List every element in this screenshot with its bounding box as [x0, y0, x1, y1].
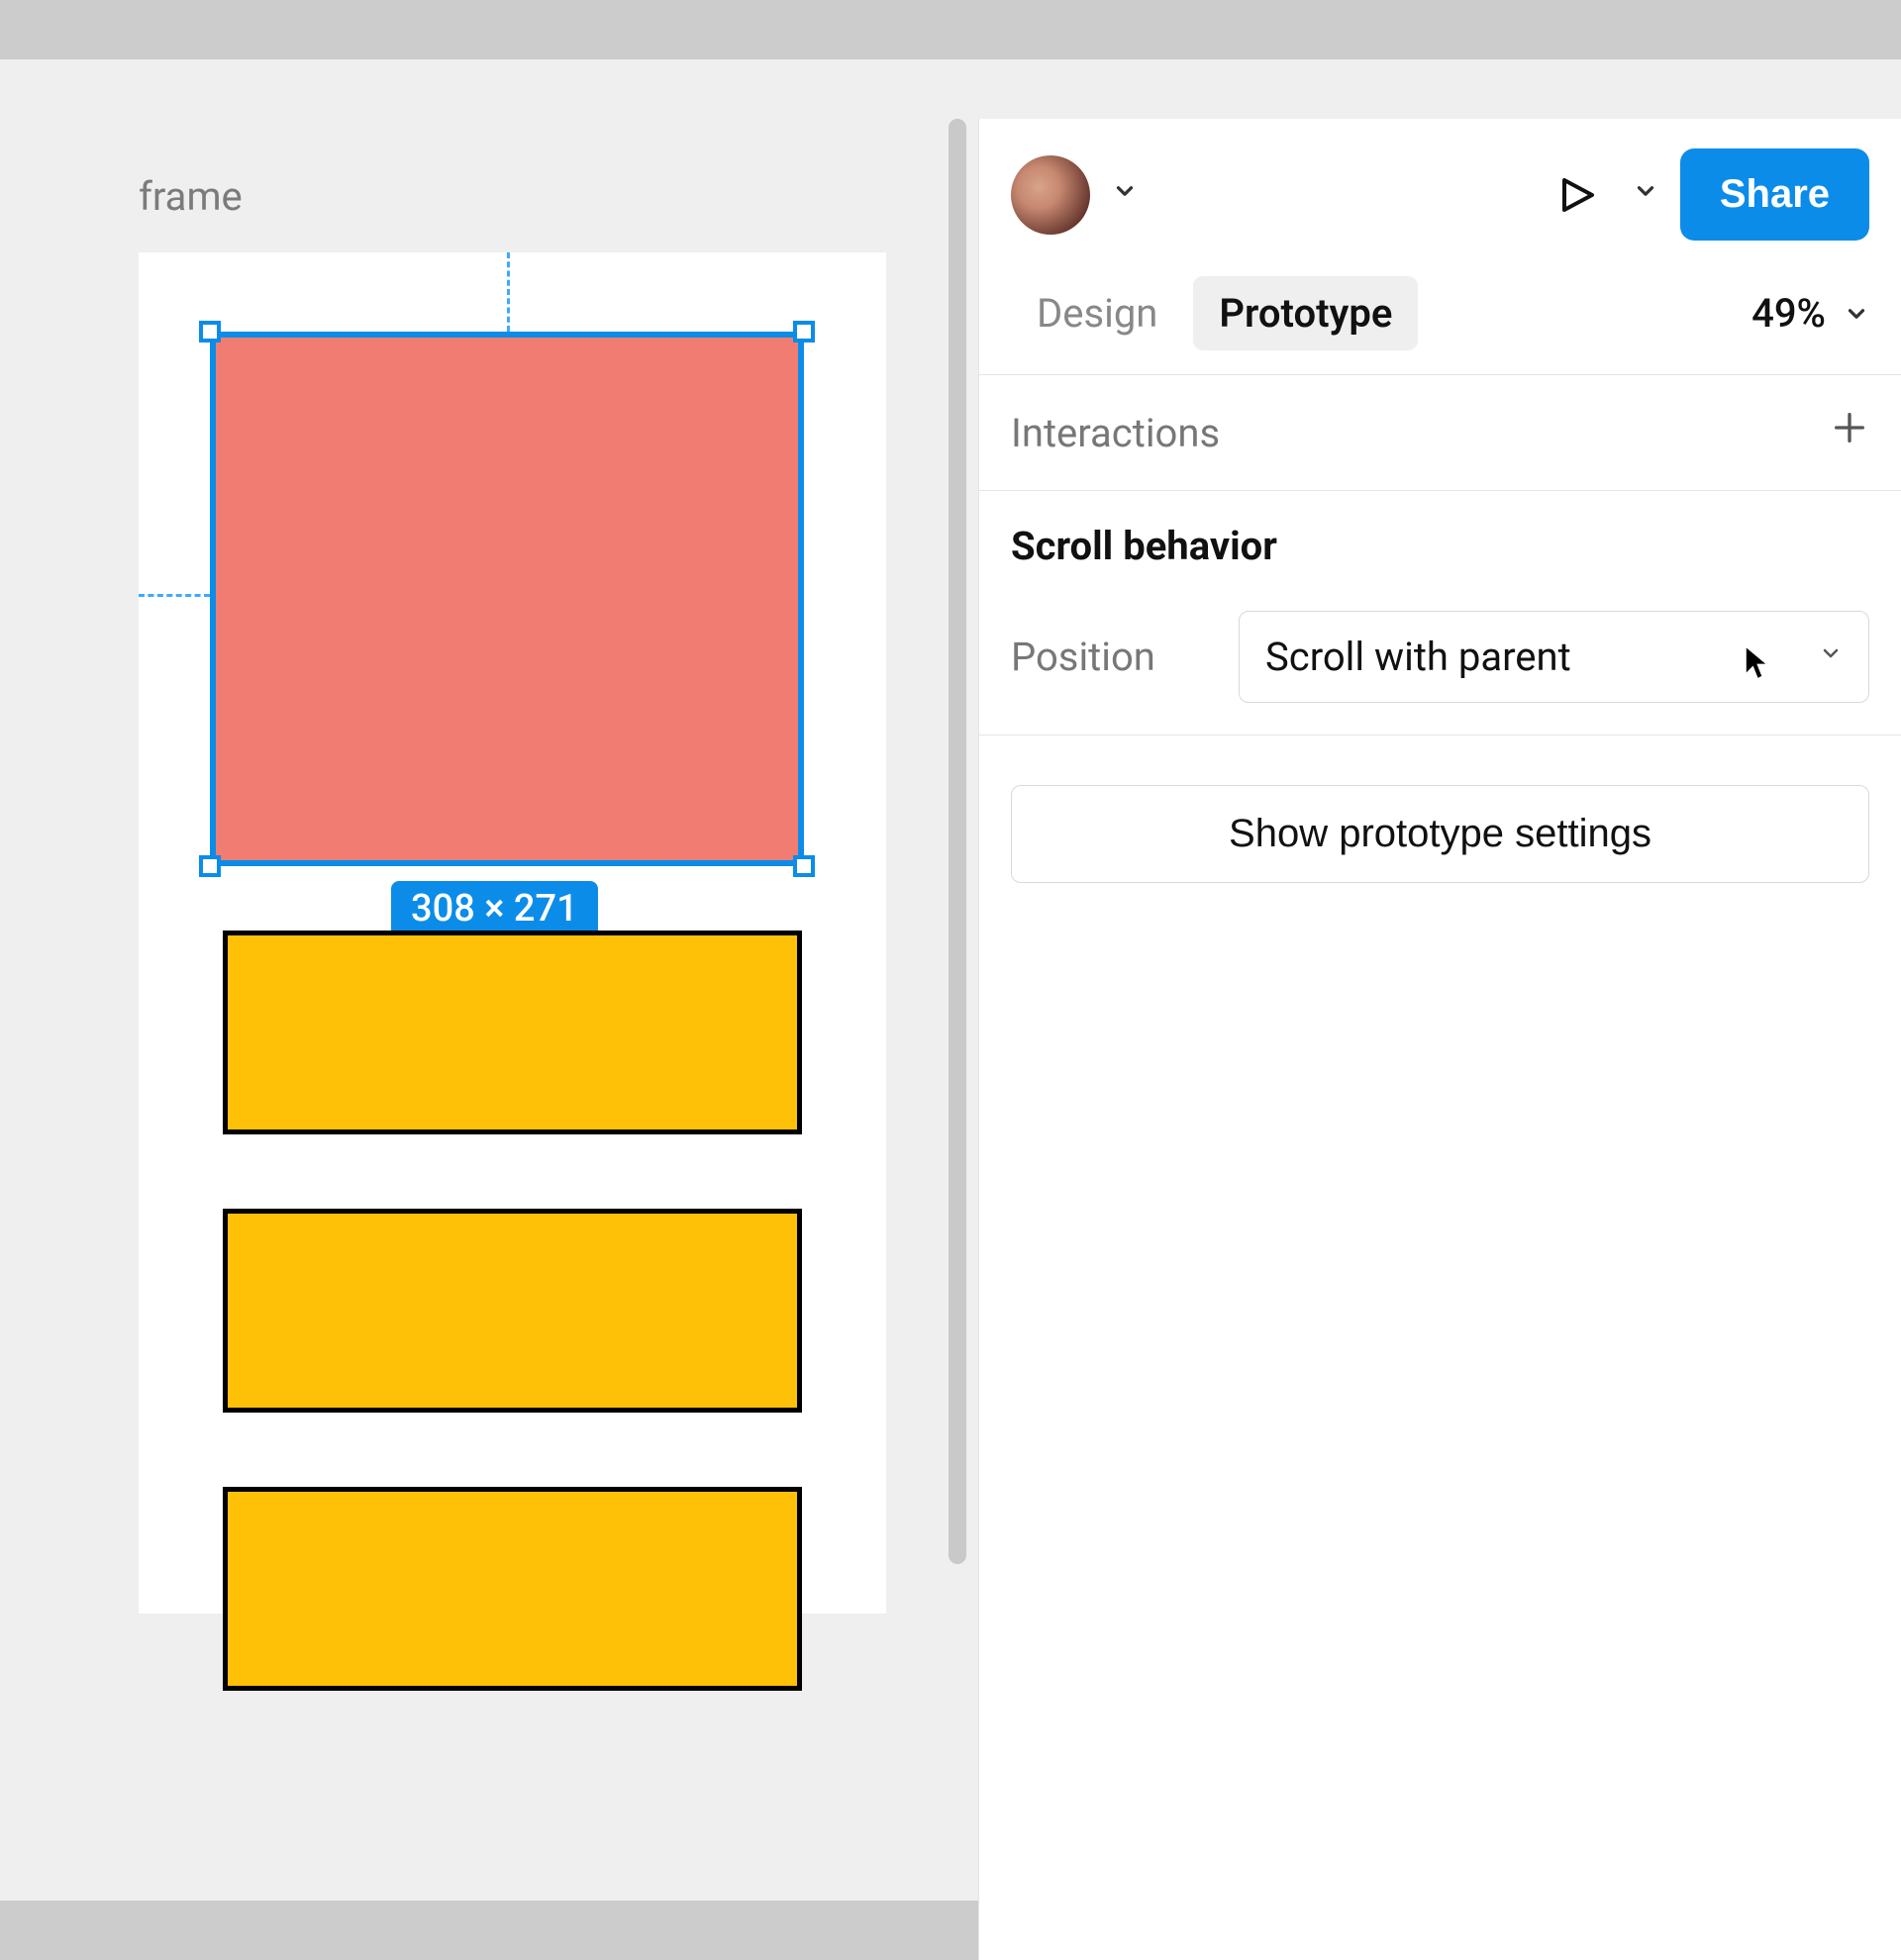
present-options-chevron-icon[interactable] — [1625, 178, 1666, 211]
tab-prototype[interactable]: Prototype — [1193, 276, 1418, 350]
chevron-down-icon — [1819, 641, 1843, 672]
present-button[interactable] — [1542, 160, 1611, 230]
canvas-rectangle[interactable] — [223, 1487, 802, 1691]
cursor-icon — [1744, 645, 1769, 681]
avatar[interactable] — [1011, 155, 1090, 235]
scrollbar[interactable] — [949, 119, 966, 1564]
right-panel: Share Design Prototype 49% Interactions — [978, 119, 1901, 1960]
app-window: frame 308 × 271 — [0, 59, 1901, 1901]
resize-handle-bottom-left[interactable] — [199, 855, 221, 877]
show-prototype-settings-button[interactable]: Show prototype settings — [1011, 785, 1869, 883]
alignment-guide-vertical — [507, 252, 510, 332]
frame-label[interactable]: frame — [139, 173, 243, 220]
scroll-behavior-section: Scroll behavior Position Scroll with par… — [979, 491, 1901, 735]
zoom-control[interactable]: 49% — [1751, 290, 1869, 337]
share-button[interactable]: Share — [1680, 148, 1869, 241]
position-dropdown[interactable]: Scroll with parent — [1239, 611, 1869, 703]
prototype-settings-section: Show prototype settings — [979, 735, 1901, 915]
position-value: Scroll with parent — [1265, 634, 1571, 680]
chevron-down-icon — [1844, 290, 1869, 337]
tab-design[interactable]: Design — [1011, 276, 1183, 350]
resize-handle-top-left[interactable] — [199, 321, 221, 343]
interactions-title: Interactions — [1011, 410, 1220, 456]
play-icon — [1552, 171, 1600, 219]
canvas-pane[interactable]: frame 308 × 271 — [0, 59, 970, 1901]
position-label: Position — [1011, 634, 1199, 680]
panel-toolbar: Share — [979, 119, 1901, 264]
resize-handle-bottom-right[interactable] — [793, 855, 815, 877]
selected-rectangle[interactable] — [210, 332, 804, 866]
resize-handle-top-right[interactable] — [793, 321, 815, 343]
plus-icon — [1830, 408, 1869, 447]
zoom-value: 49% — [1751, 290, 1826, 337]
panel-tabs: Design Prototype 49% — [979, 264, 1901, 375]
scroll-behavior-title: Scroll behavior — [1011, 523, 1869, 569]
avatar-menu-chevron-icon[interactable] — [1104, 178, 1146, 211]
canvas-rectangle[interactable] — [223, 931, 802, 1134]
add-interaction-button[interactable] — [1830, 407, 1869, 458]
canvas-rectangle[interactable] — [223, 1209, 802, 1413]
alignment-guide-horizontal — [139, 594, 210, 597]
interactions-section: Interactions — [979, 375, 1901, 491]
